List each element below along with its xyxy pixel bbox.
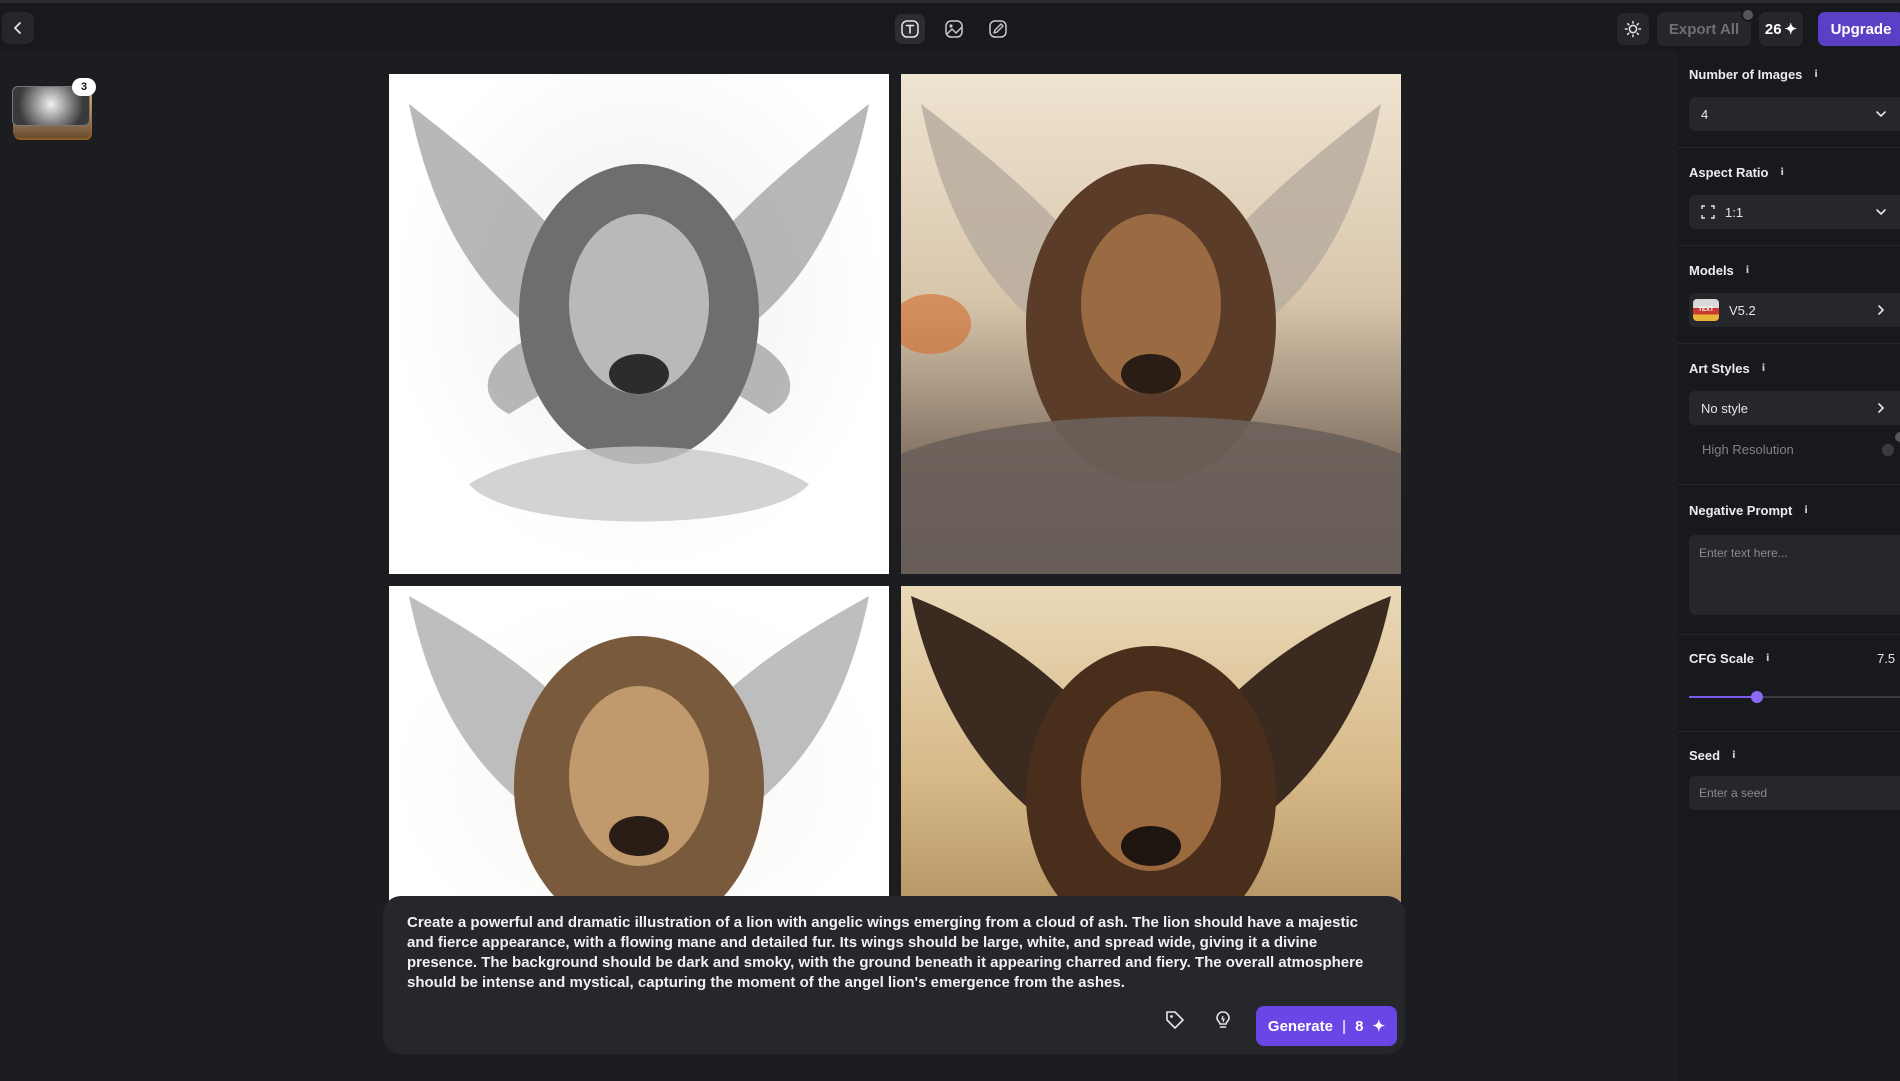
- chevron-down-icon: [1876, 209, 1886, 216]
- generate-button[interactable]: Generate | 8 ✦: [1256, 1006, 1397, 1046]
- aspect-ratio-select[interactable]: 1:1: [1689, 195, 1900, 229]
- negative-prompt-label: Negative Prompt i: [1689, 503, 1808, 518]
- upgrade-button[interactable]: Upgrade: [1818, 12, 1900, 46]
- cfg-scale-fill: [1689, 696, 1757, 698]
- cfg-scale-label: CFG Scale i: [1689, 651, 1769, 666]
- info-icon[interactable]: i: [1762, 363, 1765, 374]
- aspect-ratio-icon: [1701, 205, 1715, 219]
- lion-illustration-dark-wings: [911, 596, 1391, 902]
- aspect-ratio-label: Aspect Ratio i: [1689, 165, 1784, 180]
- mode-switcher: [895, 14, 1013, 44]
- pencil-icon: [989, 20, 1007, 38]
- info-icon[interactable]: i: [1804, 505, 1807, 516]
- high-resolution-toggle[interactable]: [1882, 444, 1894, 456]
- num-images-select[interactable]: 4: [1689, 97, 1900, 131]
- divider: [1677, 731, 1900, 732]
- top-bar: Export All 26 ✦ Upgrade: [0, 0, 1900, 50]
- theme-toggle-button[interactable]: [1617, 13, 1649, 45]
- art-style-selector[interactable]: No style: [1689, 391, 1900, 425]
- num-images-label: Number of Images i: [1689, 67, 1818, 82]
- aspect-ratio-value: 1:1: [1725, 204, 1744, 220]
- settings-panel: Number of Images i 4 Aspect Ratio i 1:1 …: [1677, 50, 1900, 1081]
- chevron-right-icon: [1878, 403, 1885, 413]
- info-icon[interactable]: i: [1732, 750, 1735, 761]
- history-count-badge: 3: [72, 78, 96, 96]
- seed-label-text: Seed: [1689, 748, 1721, 763]
- seed-input[interactable]: Enter a seed: [1689, 776, 1900, 810]
- models-label-text: Models: [1689, 263, 1734, 278]
- cfg-scale-slider[interactable]: [1689, 691, 1900, 703]
- credits-value: 26: [1764, 20, 1782, 38]
- chevron-right-icon: [1878, 305, 1885, 315]
- tag-icon: [1166, 1011, 1184, 1029]
- cfg-scale-value: 7.5: [1877, 651, 1896, 666]
- divider: [1677, 245, 1900, 246]
- generated-image-4[interactable]: [901, 586, 1401, 902]
- sun-icon: [1624, 20, 1642, 38]
- info-icon[interactable]: i: [1746, 265, 1749, 276]
- art-styles-label-text: Art Styles: [1689, 361, 1750, 376]
- model-value: V5.2: [1729, 302, 1756, 318]
- art-styles-label: Art Styles i: [1689, 361, 1765, 376]
- sparkle-icon: ✦: [1784, 21, 1798, 38]
- generated-image-1[interactable]: [389, 74, 889, 574]
- info-icon[interactable]: i: [1814, 69, 1817, 80]
- text-to-image-tab[interactable]: [895, 14, 925, 44]
- negative-prompt-label-text: Negative Prompt: [1689, 503, 1793, 518]
- generate-cost: 8: [1355, 1017, 1364, 1035]
- num-images-value: 4: [1701, 106, 1709, 122]
- negative-prompt-input[interactable]: Enter text here...: [1689, 535, 1900, 615]
- cfg-scale-label-text: CFG Scale: [1689, 651, 1755, 666]
- export-close-icon[interactable]: [1741, 8, 1755, 22]
- divider: [1677, 484, 1900, 485]
- cfg-scale-handle[interactable]: [1750, 691, 1763, 703]
- back-button[interactable]: [2, 12, 34, 44]
- generated-image-3[interactable]: [389, 586, 889, 902]
- lion-illustration-clouds: [901, 104, 1401, 574]
- credits-counter: 26 ✦: [1759, 12, 1803, 46]
- lion-illustration-white-wings: [409, 596, 869, 902]
- image-edit-icon: [945, 20, 963, 38]
- lion-illustration-grayscale: [409, 104, 869, 522]
- chevron-left-icon: [14, 22, 21, 34]
- divider: [1677, 343, 1900, 344]
- divider: [1677, 634, 1900, 635]
- aspect-ratio-label-text: Aspect Ratio: [1689, 165, 1769, 180]
- generate-label: Generate: [1267, 1017, 1333, 1035]
- model-logo-text: TEXT: [1698, 307, 1714, 313]
- model-selector[interactable]: TEXT V5.2: [1689, 293, 1900, 327]
- sketch-tab[interactable]: [983, 14, 1013, 44]
- sparkle-icon: ✦: [1372, 1018, 1386, 1035]
- info-icon[interactable]: i: [1780, 167, 1783, 178]
- lightbulb-icon: [1216, 1011, 1230, 1028]
- high-resolution-label: High Resolution: [1702, 441, 1794, 457]
- seed-label: Seed i: [1689, 748, 1736, 763]
- high-resolution-row: High Resolution: [1689, 432, 1900, 466]
- tag-button[interactable]: [1160, 1005, 1190, 1035]
- generated-image-2[interactable]: [901, 74, 1401, 574]
- art-style-value: No style: [1701, 400, 1748, 416]
- num-images-label-text: Number of Images: [1689, 67, 1803, 82]
- prompt-panel: Create a powerful and dramatic illustrat…: [383, 896, 1405, 1054]
- image-to-image-tab[interactable]: [939, 14, 969, 44]
- info-icon[interactable]: i: [1766, 653, 1769, 664]
- prompt-ideas-button[interactable]: [1208, 1005, 1238, 1035]
- models-label: Models i: [1689, 263, 1749, 278]
- export-all-button[interactable]: Export All: [1657, 12, 1751, 46]
- divider: |: [1341, 1017, 1347, 1035]
- text-icon: [901, 20, 919, 38]
- prompt-input[interactable]: Create a powerful and dramatic illustrat…: [407, 913, 1367, 993]
- chevron-down-icon: [1876, 111, 1886, 118]
- divider: [1677, 147, 1900, 148]
- model-logo: TEXT: [1693, 299, 1719, 321]
- panel-scroll-handle[interactable]: [1895, 432, 1900, 442]
